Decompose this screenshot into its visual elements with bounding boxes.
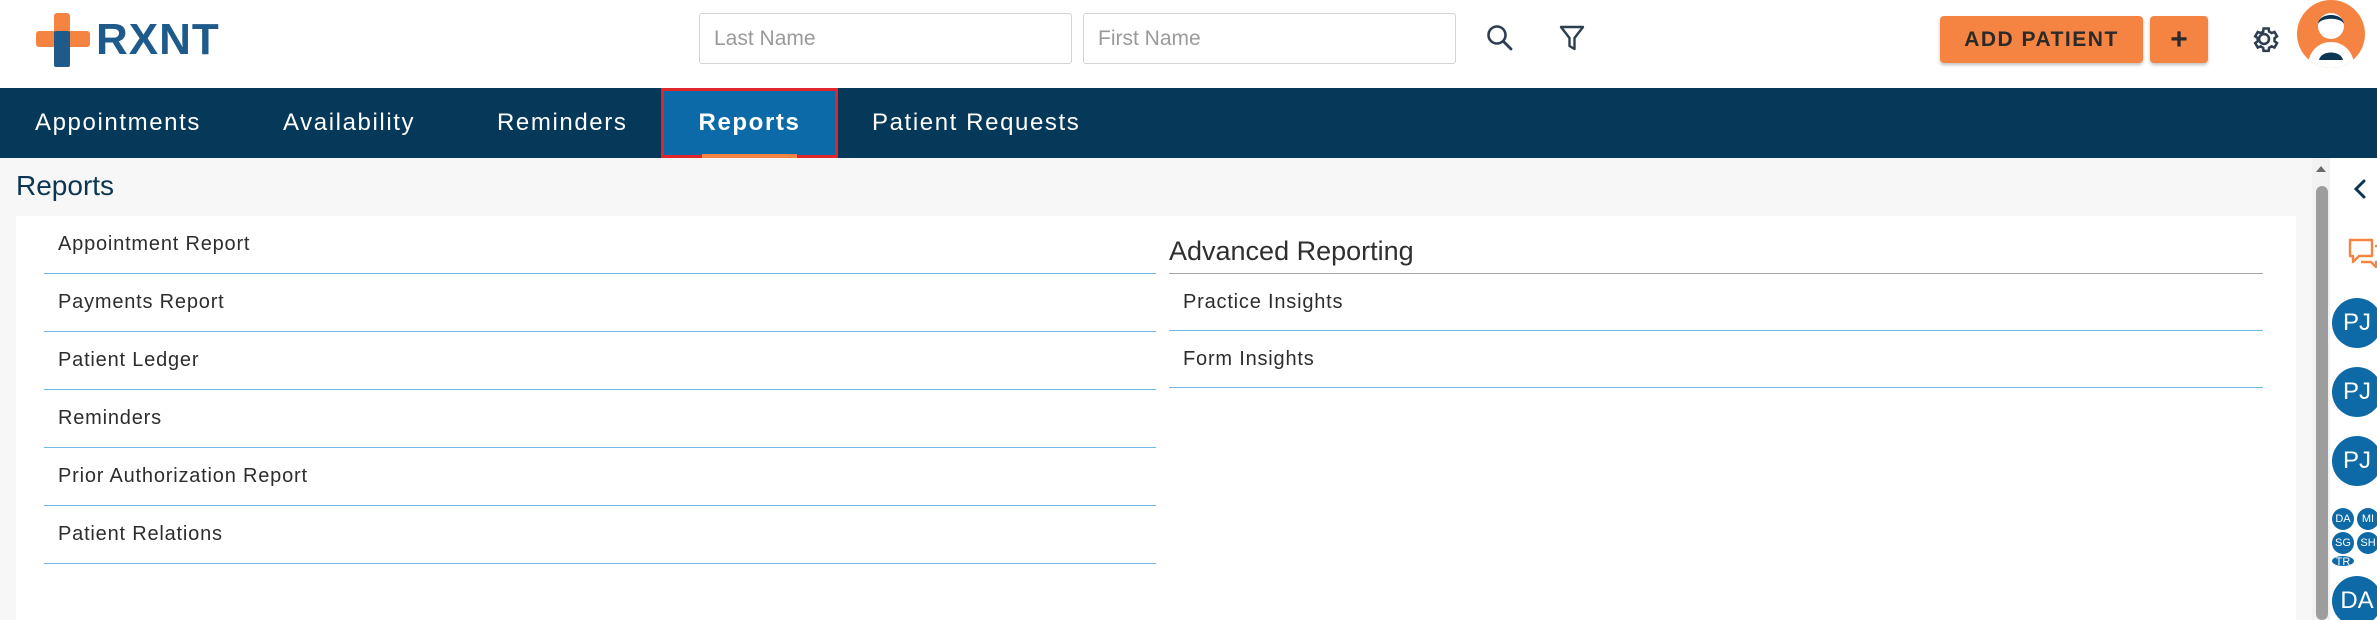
reports-card: Appointment Report Payments Report Patie…: [16, 216, 2296, 620]
report-link-payments-report[interactable]: Payments Report: [44, 274, 1156, 332]
user-avatar[interactable]: [2297, 0, 2365, 68]
scrollbar-thumb[interactable]: [2316, 186, 2328, 620]
rail-avatar-pj-2[interactable]: PJ: [2332, 367, 2377, 417]
filter-button[interactable]: [1552, 18, 1592, 58]
rail-mini-avatar-tr[interactable]: TR: [2332, 556, 2354, 566]
report-link-prior-authorization-report[interactable]: Prior Authorization Report: [44, 448, 1156, 506]
rail-mini-avatar-da[interactable]: DA: [2332, 508, 2354, 530]
rail-mini-avatar-sg[interactable]: SG: [2332, 532, 2354, 554]
page-title: Reports: [16, 170, 115, 201]
first-name-input[interactable]: [1083, 13, 1456, 64]
nav-tab-appointments[interactable]: Appointments: [35, 88, 201, 158]
advanced-link-practice-insights[interactable]: Practice Insights: [1169, 274, 2263, 331]
rail-mini-avatar-sh[interactable]: SH: [2357, 532, 2377, 554]
nav-tab-reports[interactable]: Reports: [661, 88, 838, 158]
add-plus-button[interactable]: +: [2150, 16, 2208, 63]
report-link-patient-relations[interactable]: Patient Relations: [44, 506, 1156, 564]
rxnt-cross-icon: [36, 13, 90, 67]
nav-tab-availability[interactable]: Availability: [283, 88, 415, 158]
rail-avatar-da[interactable]: DA: [2332, 576, 2377, 620]
rail-avatar-pj-1[interactable]: PJ: [2332, 298, 2377, 348]
advanced-reporting-heading: Advanced Reporting: [1169, 236, 2263, 274]
chevron-left-icon[interactable]: [2352, 178, 2368, 200]
rxnt-logo[interactable]: RXNT: [36, 12, 220, 68]
app-header: RXNT ADD PATIENT +: [0, 0, 2377, 88]
filter-icon: [1559, 25, 1585, 51]
scroll-up-arrow-icon[interactable]: [2315, 164, 2327, 174]
report-link-reminders[interactable]: Reminders: [44, 390, 1156, 448]
nav-tab-patient-requests[interactable]: Patient Requests: [872, 88, 1080, 158]
brand-name: RXNT: [96, 15, 220, 64]
main-nav: Appointments Availability Reminders Repo…: [0, 88, 2377, 158]
rail-mini-avatar-mi[interactable]: MI: [2357, 508, 2377, 530]
last-name-input[interactable]: [699, 13, 1072, 64]
chat-icon[interactable]: [2346, 236, 2377, 270]
add-patient-button[interactable]: ADD PATIENT: [1940, 16, 2143, 63]
settings-button[interactable]: [2244, 19, 2284, 59]
report-link-patient-ledger[interactable]: Patient Ledger: [44, 332, 1156, 390]
advanced-link-form-insights[interactable]: Form Insights: [1169, 331, 2263, 388]
content-scrollbar[interactable]: [2312, 158, 2330, 620]
right-rail: PJ PJ PJ DA MI SG SH TR DA: [2330, 158, 2377, 620]
search-icon: [1487, 25, 1513, 51]
user-avatar-icon: [2307, 13, 2355, 68]
rail-avatar-pj-3[interactable]: PJ: [2332, 436, 2377, 486]
gear-icon: [2253, 27, 2279, 53]
main-content: Reports Appointment Report Payments Repo…: [0, 158, 2312, 620]
nav-tab-reminders[interactable]: Reminders: [497, 88, 627, 158]
report-link-appointment-report[interactable]: Appointment Report: [44, 216, 1156, 274]
search-button[interactable]: [1480, 18, 1520, 58]
